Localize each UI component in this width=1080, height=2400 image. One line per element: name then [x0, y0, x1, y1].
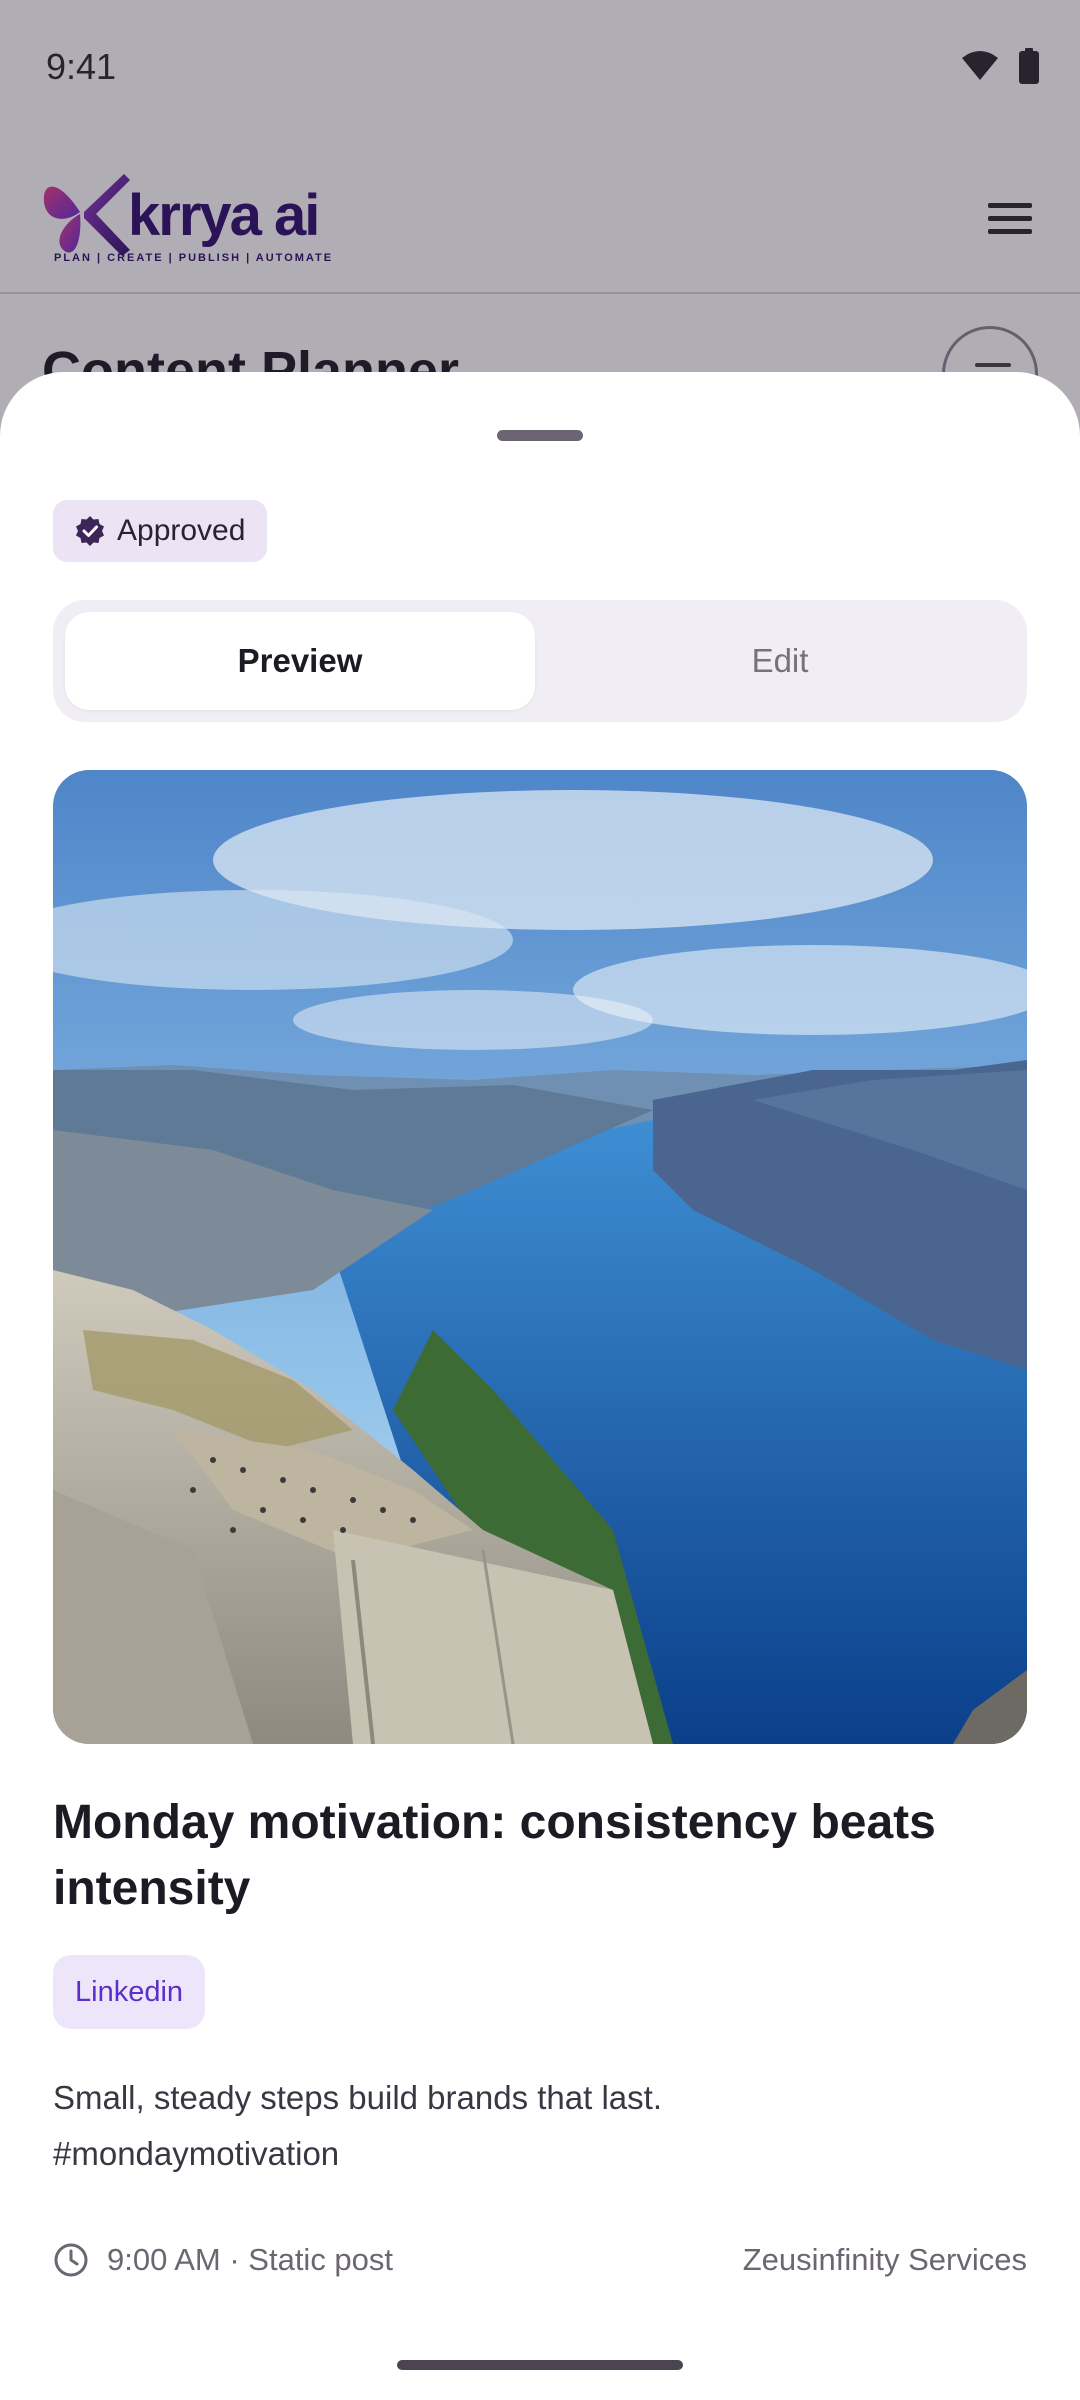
fjord-landscape-image: [53, 770, 1027, 1744]
platform-chip-label: Linkedin: [75, 1975, 184, 2008]
tab-edit[interactable]: Edit: [545, 612, 1015, 710]
post-meta-row: 9:00 AM · Static post Zeusinfinity Servi…: [53, 2238, 1027, 2282]
view-mode-toggle: Preview Edit: [53, 600, 1027, 722]
clock-icon: [54, 2243, 88, 2277]
status-badge-label: Approved: [117, 514, 246, 547]
post-time-type: 9:00 AM · Static post: [107, 2242, 394, 2277]
platform-chip: Linkedin: [53, 1955, 206, 2029]
tab-preview[interactable]: Preview: [65, 612, 535, 710]
post-account: Zeusinfinity Services: [742, 2242, 1027, 2277]
post-title: Monday motivation: consistency beats int…: [53, 1796, 936, 1915]
post-detail-sheet: Approved Preview Edit Monday motivation:…: [0, 372, 1080, 2400]
home-indicator[interactable]: [397, 2360, 683, 2370]
post-caption: Small, steady steps build brands that la…: [53, 2079, 662, 2172]
status-badge: Approved: [53, 500, 268, 562]
post-schedule: 9:00 AM · Static post: [53, 2242, 393, 2278]
verified-badge-icon: [76, 516, 104, 546]
post-image[interactable]: [53, 770, 1027, 1744]
sheet-drag-handle[interactable]: [497, 430, 583, 441]
